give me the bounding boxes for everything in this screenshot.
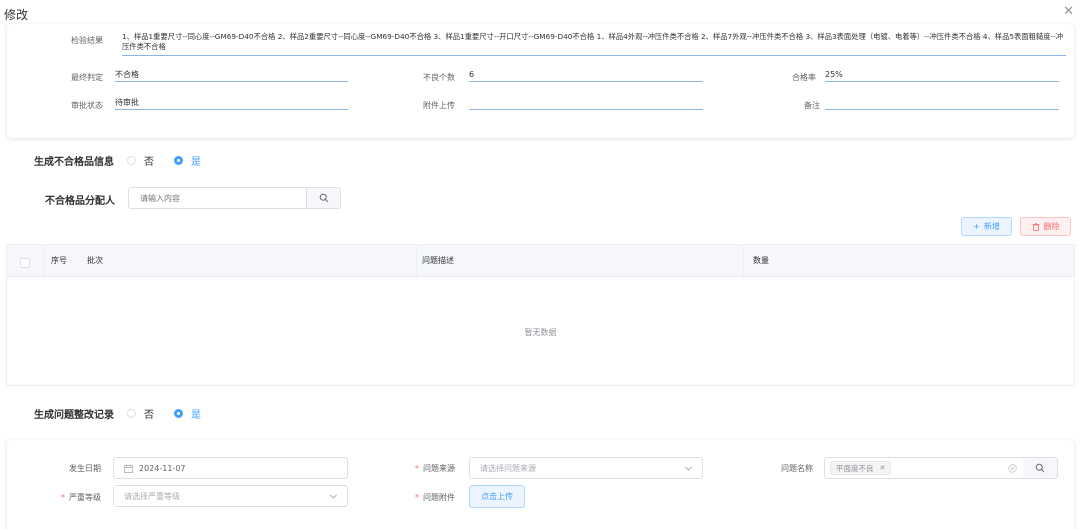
trash-icon — [1032, 222, 1039, 231]
add-button-label: 新增 — [983, 222, 1000, 231]
rectify-label: 生成问题整改记录 — [34, 410, 114, 421]
date-label: 发生日期 — [69, 464, 101, 473]
close-icon[interactable]: ✕ — [1063, 4, 1074, 19]
pass-rate-label: 合格率 — [792, 73, 816, 82]
source-select[interactable]: 请选择问题来源 — [469, 457, 703, 479]
column-header-index: 序号 — [51, 256, 67, 265]
search-button[interactable] — [306, 188, 340, 208]
severity-label-wrap: * 严重等级 — [61, 492, 101, 503]
rectify-radio-yes[interactable]: 是 — [174, 406, 201, 421]
plus-icon: + — [973, 222, 980, 231]
upload-button[interactable]: 点击上传 — [469, 485, 525, 508]
column-header-quantity: 数量 — [753, 256, 769, 265]
radio-circle — [127, 156, 136, 165]
radio-yes-label: 是 — [191, 157, 201, 168]
date-value: 2024-11-07 — [139, 463, 186, 473]
radio-circle — [127, 409, 136, 418]
column-header-description: 问题描述 — [422, 256, 454, 265]
source-placeholder: 请选择问题来源 — [480, 463, 536, 473]
column-header-batch: 批次 — [87, 256, 103, 265]
severity-placeholder: 请选择严重等级 — [124, 491, 180, 501]
tag-label: 平面度不良 — [836, 463, 874, 473]
chevron-down-icon — [685, 466, 692, 471]
search-icon — [1035, 463, 1045, 473]
dialog-title: 修改 — [4, 8, 29, 22]
add-button[interactable]: + 新增 — [961, 217, 1012, 236]
defect-count-value: 6 — [469, 70, 703, 82]
attachment-upload-label: 附件上传 — [423, 101, 455, 110]
problem-name-input[interactable]: 平面度不良 ✕ — [824, 457, 1024, 479]
chevron-down-icon — [330, 494, 337, 499]
select-all-checkbox[interactable] — [20, 258, 30, 268]
radio-no-label: 否 — [144, 410, 154, 421]
date-picker[interactable]: 2024-11-07 — [113, 457, 348, 479]
nonconform-radio-no[interactable]: 否 — [127, 153, 154, 168]
radio-circle-checked — [174, 409, 183, 418]
calendar-icon — [124, 464, 133, 473]
remark-field[interactable] — [825, 98, 1059, 110]
assignee-search — [128, 187, 341, 209]
nonconform-table: 序号 批次 问题描述 数量 暂无数据 — [6, 244, 1075, 386]
result-label: 检验结果 — [71, 36, 103, 45]
radio-no-label: 否 — [144, 157, 154, 168]
severity-label: 严重等级 — [69, 493, 101, 502]
column-divider — [43, 245, 44, 277]
column-divider — [416, 245, 417, 277]
attachment-label-wrap: * 问题附件 — [415, 492, 455, 503]
required-mark: * — [415, 493, 419, 502]
table-header: 序号 批次 问题描述 数量 — [7, 245, 1074, 277]
nonconform-radio-yes[interactable]: 是 — [174, 153, 201, 168]
clear-icon[interactable] — [1008, 464, 1017, 473]
severity-select[interactable]: 请选择严重等级 — [113, 485, 348, 507]
source-label: 问题来源 — [423, 464, 455, 473]
attachment-label: 问题附件 — [423, 493, 455, 502]
approval-status-value: 待审批 — [115, 98, 348, 110]
assignee-label: 不合格品分配人 — [45, 196, 115, 207]
source-label-wrap: * 问题来源 — [415, 463, 455, 474]
required-mark: * — [415, 464, 419, 473]
assignee-input[interactable] — [129, 188, 306, 208]
nonconform-label: 生成不合格品信息 — [34, 157, 114, 168]
defect-count-label: 不良个数 — [423, 73, 455, 82]
approval-status-label: 审批状态 — [71, 101, 103, 110]
problem-name-label: 问题名称 — [781, 464, 813, 473]
radio-yes-label: 是 — [191, 410, 201, 421]
empty-text: 暂无数据 — [524, 328, 557, 337]
edit-dialog: 修改 ✕ 检验结果 1、样品1重要尺寸--同心度--GM69-D40不合格 2、… — [0, 0, 1080, 529]
remark-label: 备注 — [804, 101, 820, 110]
inspection-info-card: 检验结果 1、样品1重要尺寸--同心度--GM69-D40不合格 2、样品2重要… — [7, 24, 1074, 138]
rectify-radio-no[interactable]: 否 — [127, 406, 154, 421]
column-divider — [743, 245, 744, 277]
final-judgment-label: 最终判定 — [71, 73, 103, 82]
required-mark: * — [61, 493, 65, 502]
radio-circle-checked — [174, 156, 183, 165]
pass-rate-value: 25% — [825, 70, 1059, 82]
search-icon — [319, 193, 328, 203]
tag-close-icon[interactable]: ✕ — [880, 464, 886, 472]
delete-button[interactable]: 删除 — [1020, 217, 1071, 236]
problem-search-button[interactable] — [1023, 457, 1058, 479]
attachment-upload-field[interactable] — [469, 98, 703, 110]
problem-name-tag: 平面度不良 ✕ — [830, 461, 892, 475]
result-text: 1、样品1重要尺寸--同心度--GM69-D40不合格 2、样品2重要尺寸--同… — [122, 32, 1066, 56]
final-judgment-value: 不合格 — [115, 70, 348, 82]
delete-button-label: 删除 — [1043, 222, 1060, 231]
